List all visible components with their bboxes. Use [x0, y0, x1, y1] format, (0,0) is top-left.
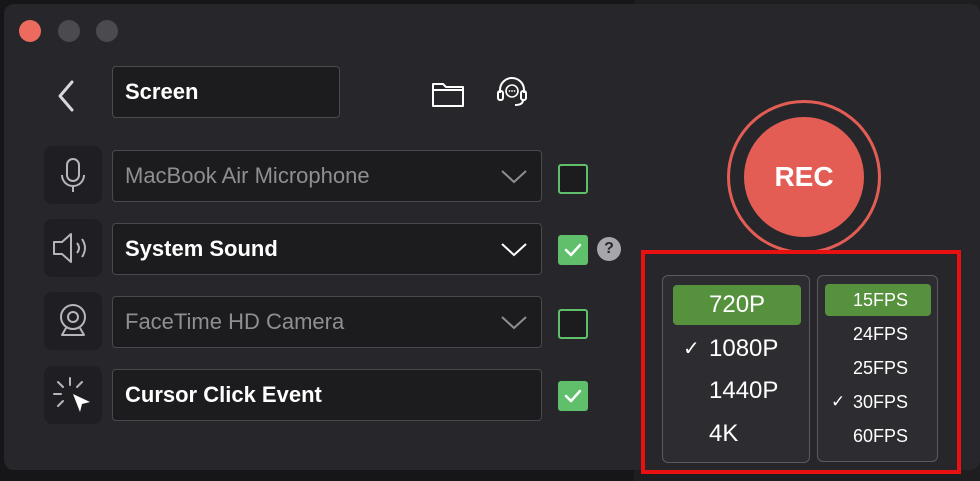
- fps-menu: 15FPS 24FPS 25FPS ✓ 30FPS 60FPS: [817, 275, 938, 462]
- resolution-menu: 720P ✓ 1080P 1440P 4K: [662, 275, 810, 463]
- system-sound-select[interactable]: System Sound: [112, 223, 542, 275]
- microphone-select-label: MacBook Air Microphone: [125, 163, 370, 188]
- recording-name-field[interactable]: Screen: [112, 66, 340, 118]
- headset-icon[interactable]: [494, 74, 530, 110]
- resolution-option-label: 1440P: [709, 377, 779, 404]
- microphone-icon: [44, 146, 102, 204]
- help-icon[interactable]: ?: [597, 237, 621, 261]
- speaker-icon: [44, 219, 102, 277]
- fps-option-label: 30FPS: [853, 392, 909, 412]
- fps-option-25[interactable]: 25FPS: [825, 352, 931, 384]
- system-sound-checkbox[interactable]: [558, 235, 588, 265]
- cursor-click-icon: [44, 366, 102, 424]
- microphone-select[interactable]: MacBook Air Microphone: [112, 150, 542, 202]
- fps-option-label: 15FPS: [853, 290, 909, 310]
- fps-option-15[interactable]: 15FPS: [825, 284, 931, 316]
- resolution-option-label: 1080P: [709, 335, 779, 362]
- resolution-option-720p[interactable]: 720P: [673, 285, 801, 325]
- microphone-checkbox[interactable]: [558, 164, 588, 194]
- chevron-down-icon: [501, 170, 527, 184]
- fps-option-60[interactable]: 60FPS: [825, 420, 931, 452]
- camera-checkbox[interactable]: [558, 309, 588, 339]
- checkmark-icon: ✓: [831, 392, 846, 411]
- cursor-click-field[interactable]: Cursor Click Event: [112, 369, 542, 421]
- checkmark-icon: [564, 243, 582, 257]
- close-window-button[interactable]: [19, 20, 41, 42]
- minimize-window-button[interactable]: [58, 20, 80, 42]
- resolution-option-1080p[interactable]: ✓ 1080P: [673, 329, 801, 369]
- chevron-down-icon: [501, 243, 527, 257]
- resolution-option-4k[interactable]: 4K: [673, 414, 801, 454]
- fps-option-label: 24FPS: [853, 324, 909, 344]
- fps-option-label: 25FPS: [853, 358, 909, 378]
- chevron-left-icon[interactable]: [52, 78, 80, 114]
- fps-option-30[interactable]: ✓ 30FPS: [825, 386, 931, 418]
- camera-select[interactable]: FaceTime HD Camera: [112, 296, 542, 348]
- fps-option-label: 60FPS: [853, 426, 909, 446]
- webcam-icon: [44, 292, 102, 350]
- checkmark-icon: [564, 389, 582, 403]
- resolution-option-label: 4K: [709, 420, 739, 447]
- camera-select-label: FaceTime HD Camera: [125, 309, 345, 334]
- checkmark-icon: ✓: [683, 338, 700, 360]
- system-sound-select-label: System Sound: [125, 236, 278, 261]
- fps-option-24[interactable]: 24FPS: [825, 318, 931, 350]
- resolution-option-1440p[interactable]: 1440P: [673, 371, 801, 411]
- cursor-click-label: Cursor Click Event: [125, 382, 322, 407]
- resolution-option-label: 720P: [709, 291, 766, 318]
- cursor-click-checkbox[interactable]: [558, 381, 588, 411]
- maximize-window-button[interactable]: [96, 20, 118, 42]
- chevron-down-icon: [501, 316, 527, 330]
- record-button[interactable]: REC: [744, 117, 864, 237]
- folder-icon[interactable]: [430, 78, 466, 110]
